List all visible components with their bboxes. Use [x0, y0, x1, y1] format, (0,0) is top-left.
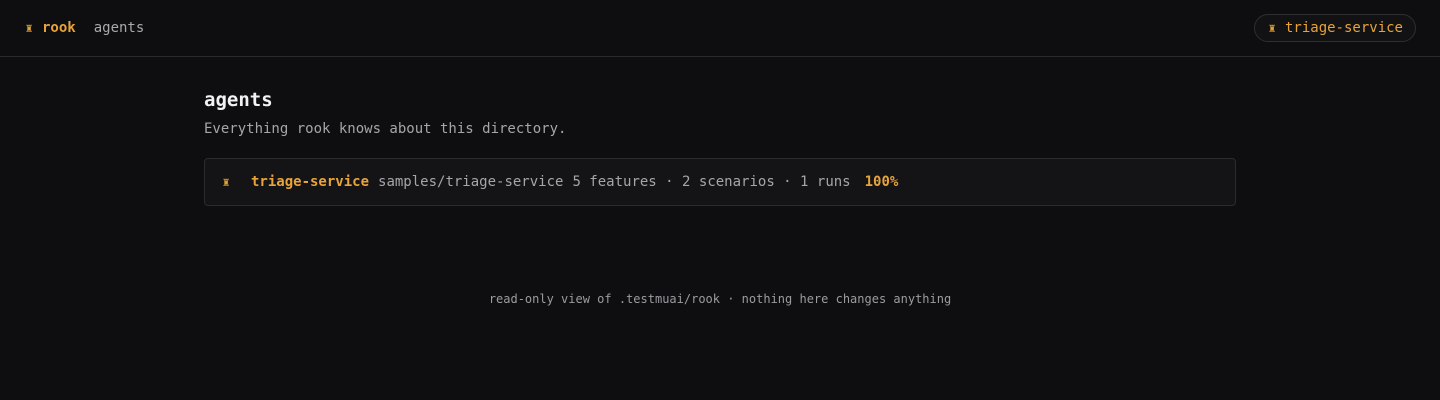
top-bar: ♜ rook agents ♜ triage-service: [0, 0, 1440, 57]
main-content: agents Everything rook knows about this …: [204, 57, 1236, 206]
agent-stats: 5 features · 2 scenarios · 1 runs: [572, 174, 851, 190]
nav-agents-link[interactable]: agents: [94, 20, 145, 36]
page-title: agents: [204, 89, 273, 111]
brand: ♜ rook agents: [24, 20, 144, 36]
rook-chess-icon: ♜: [222, 175, 230, 189]
agent-name[interactable]: triage-service: [251, 174, 369, 190]
rook-chess-icon: ♜: [25, 21, 33, 35]
project-label: triage-service: [1284, 20, 1403, 36]
project-switcher[interactable]: ♜ triage-service: [1253, 14, 1416, 42]
agent-row-triage-service[interactable]: ♜ triage-service samples/triage-service …: [204, 158, 1236, 206]
footer-note: read-only view of .testmuai/rook · nothi…: [488, 292, 952, 306]
rook-chess-icon: ♜: [1268, 21, 1276, 35]
page-subtitle: Everything rook knows about this directo…: [204, 121, 567, 137]
agent-pass-rate: 100%: [864, 174, 899, 190]
brand-link[interactable]: rook: [42, 20, 76, 36]
agent-path: samples/triage-service: [378, 174, 564, 190]
